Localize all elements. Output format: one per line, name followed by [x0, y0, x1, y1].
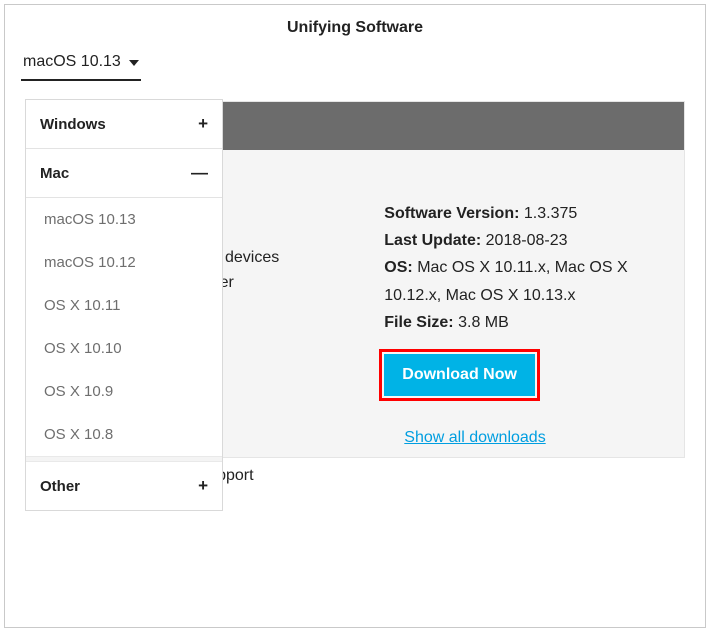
- chevron-down-icon: [129, 60, 139, 66]
- plus-icon: +: [198, 114, 208, 134]
- os-dropdown: Windows + Mac — macOS 10.13 macOS 10.12 …: [25, 99, 223, 511]
- os-option[interactable]: OS X 10.9: [26, 370, 222, 413]
- minus-icon: —: [191, 163, 208, 183]
- os-group-windows[interactable]: Windows +: [26, 100, 222, 149]
- os-option[interactable]: OS X 10.10: [26, 327, 222, 370]
- meta-version: Software Version: 1.3.375: [384, 200, 670, 227]
- page-title: Unifying Software: [5, 5, 705, 47]
- os-option[interactable]: macOS 10.13: [26, 198, 222, 241]
- meta-os: OS: Mac OS X 10.11.x, Mac OS X 10.12.x, …: [384, 254, 670, 308]
- os-selector[interactable]: macOS 10.13: [21, 47, 141, 81]
- meta-updated: Last Update: 2018-08-23: [384, 227, 670, 254]
- os-group-mac-items: macOS 10.13 macOS 10.12 OS X 10.11 OS X …: [26, 198, 222, 456]
- os-group-label: Other: [40, 478, 80, 495]
- os-group-other[interactable]: Other +: [26, 462, 222, 510]
- os-option[interactable]: OS X 10.8: [26, 413, 222, 456]
- os-group-label: Windows: [40, 116, 106, 133]
- os-option[interactable]: OS X 10.11: [26, 284, 222, 327]
- os-option[interactable]: macOS 10.12: [26, 241, 222, 284]
- plus-icon: +: [198, 476, 208, 496]
- show-all-downloads-link[interactable]: Show all downloads: [404, 424, 545, 451]
- os-group-label: Mac: [40, 165, 69, 182]
- download-button[interactable]: Download Now: [384, 354, 535, 396]
- os-group-mac[interactable]: Mac —: [26, 149, 222, 198]
- os-selector-label: macOS 10.13: [23, 53, 121, 71]
- meta-size: File Size: 3.8 MB: [384, 309, 670, 336]
